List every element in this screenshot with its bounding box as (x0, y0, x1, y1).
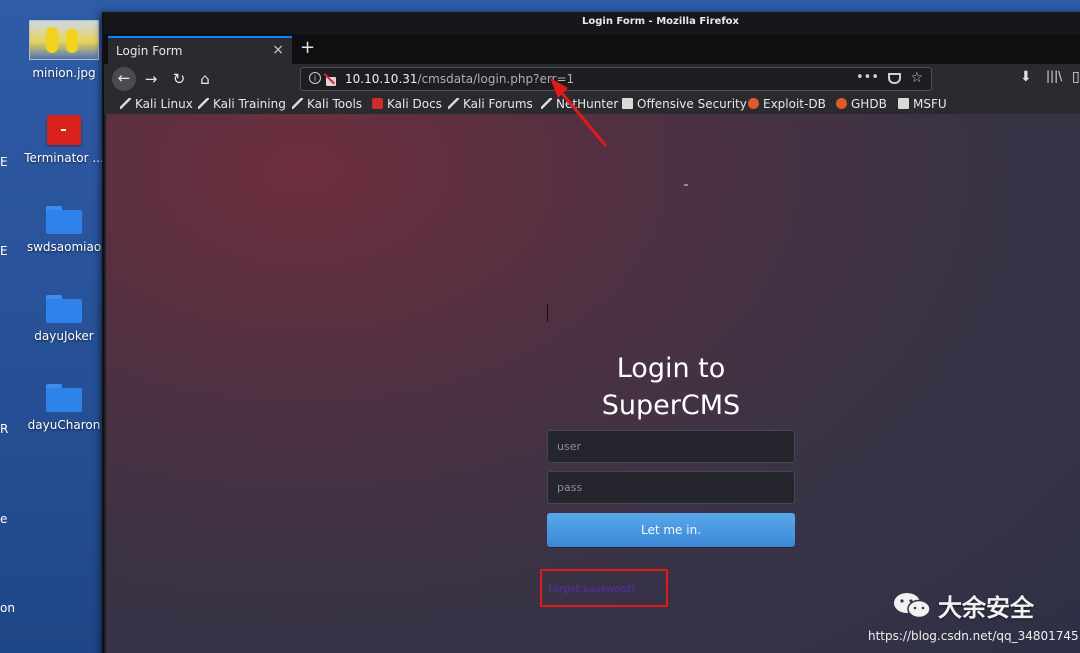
exploit-icon (748, 98, 759, 109)
kali-icon (198, 98, 209, 109)
login-button[interactable]: Let me in. (547, 513, 795, 547)
desktop-edge-label: E (0, 244, 8, 258)
bookmark-kali-tools[interactable]: Kali Tools (292, 97, 362, 111)
pocket-icon[interactable] (888, 73, 901, 84)
download-icon[interactable]: ⬇ (1020, 69, 1032, 85)
bookmark-star-icon[interactable]: ☆ (910, 70, 923, 86)
window-titlebar[interactable]: Login Form - Mozilla Firefox (104, 12, 1080, 34)
offsec-icon (898, 98, 909, 109)
desktop-icon-minion[interactable]: minion.jpg (22, 20, 106, 80)
bookmark-kali-forums[interactable]: Kali Forums (448, 97, 533, 111)
page-actions-icon[interactable]: ••• (856, 70, 879, 85)
desktop-icon-dayujoker[interactable]: dayuJoker (22, 295, 106, 343)
offsec-icon (622, 98, 633, 109)
kali-icon (292, 98, 303, 109)
folder-icon (46, 295, 82, 323)
username-field[interactable]: user (547, 430, 795, 463)
tab-bar: Login Form × + (104, 34, 1080, 64)
text-cursor (547, 304, 548, 322)
terminal-icon (47, 115, 81, 145)
bookmark-exploit-db[interactable]: Exploit-DB (748, 97, 826, 111)
desktop-edge-label: R (0, 422, 9, 436)
bookmark-label: Kali Forums (463, 97, 533, 111)
library-icon[interactable]: |||\ (1046, 69, 1062, 83)
bookmark-ghdb[interactable]: GHDB (836, 97, 887, 111)
url-host: 10.10.10.31 (345, 72, 418, 86)
tab-title: Login Form (116, 44, 183, 58)
forward-arrow-icon[interactable]: → (140, 68, 162, 90)
highlight-box (540, 569, 668, 607)
sidebar-icon[interactable]: ▯ (1072, 69, 1080, 85)
bookmark-offensive-security[interactable]: Offensive Security (622, 97, 747, 111)
desktop-edge-label: E (0, 155, 8, 169)
home-icon[interactable]: ⌂ (194, 68, 216, 90)
desktop-icon-dayucharon[interactable]: dayuCharon (22, 384, 106, 432)
exploit-icon (836, 98, 847, 109)
wechat-icon (894, 593, 931, 619)
bookmark-label: Kali Linux (135, 97, 193, 111)
back-arrow-icon[interactable]: ← (112, 67, 136, 91)
bookmark-label: GHDB (851, 97, 887, 111)
window-title: Login Form - Mozilla Firefox (582, 16, 739, 27)
decorative-dot (684, 184, 688, 186)
bookmark-label: Exploit-DB (763, 97, 826, 111)
desktop-icon-label: minion.jpg (32, 66, 96, 80)
pdf-icon (372, 98, 383, 109)
login-heading-line2: SuperCMS (601, 390, 741, 421)
image-thumbnail-icon (29, 20, 99, 60)
annotation-arrow (550, 78, 608, 147)
bookmark-msfu[interactable]: MSFU (898, 97, 947, 111)
bookmark-kali-docs[interactable]: Kali Docs (372, 97, 442, 111)
info-icon[interactable]: i (309, 72, 321, 84)
bookmark-kali-training[interactable]: Kali Training (198, 97, 286, 111)
bookmark-label: Kali Tools (307, 97, 363, 111)
bookmark-label: Offensive Security (637, 97, 747, 111)
desktop-icon-label: dayuCharon (27, 418, 101, 432)
password-field[interactable]: pass (547, 471, 795, 504)
close-icon[interactable]: × (272, 42, 284, 58)
desktop-icon-terminator[interactable]: Terminator ... (22, 115, 106, 165)
folder-icon (46, 206, 82, 234)
kali-icon (448, 98, 459, 109)
page-content: Login to SuperCMS user pass Let me in. F… (106, 114, 1080, 653)
desktop-icon-swdsaomiao[interactable]: swdsaomiao (22, 206, 106, 254)
folder-icon (46, 384, 82, 412)
login-heading-line1: Login to (616, 353, 726, 384)
bookmark-label: Kali Training (213, 97, 286, 111)
kali-icon (120, 98, 131, 109)
desktop-icon-label: swdsaomiao (26, 240, 102, 254)
desktop-icon-label: Terminator ... (24, 151, 104, 165)
bookmark-label: MSFU (913, 97, 947, 111)
new-tab-button[interactable]: + (300, 37, 315, 58)
desktop-edge-label: e (0, 512, 8, 526)
desktop-edge-label: on (0, 601, 15, 615)
watermark-brand: 大余安全 (938, 594, 1034, 622)
insecure-lock-icon[interactable] (325, 72, 337, 86)
bookmark-kali-linux[interactable]: Kali Linux (120, 97, 193, 111)
bookmark-label: Kali Docs (387, 97, 442, 111)
tab-login-form[interactable]: Login Form × (108, 36, 292, 64)
desktop-icon-label: dayuJoker (34, 329, 94, 343)
reload-icon[interactable]: ↻ (168, 68, 190, 90)
login-heading: Login to SuperCMS (546, 350, 796, 424)
watermark-url: https://blog.csdn.net/qq_34801745 (868, 629, 1079, 643)
